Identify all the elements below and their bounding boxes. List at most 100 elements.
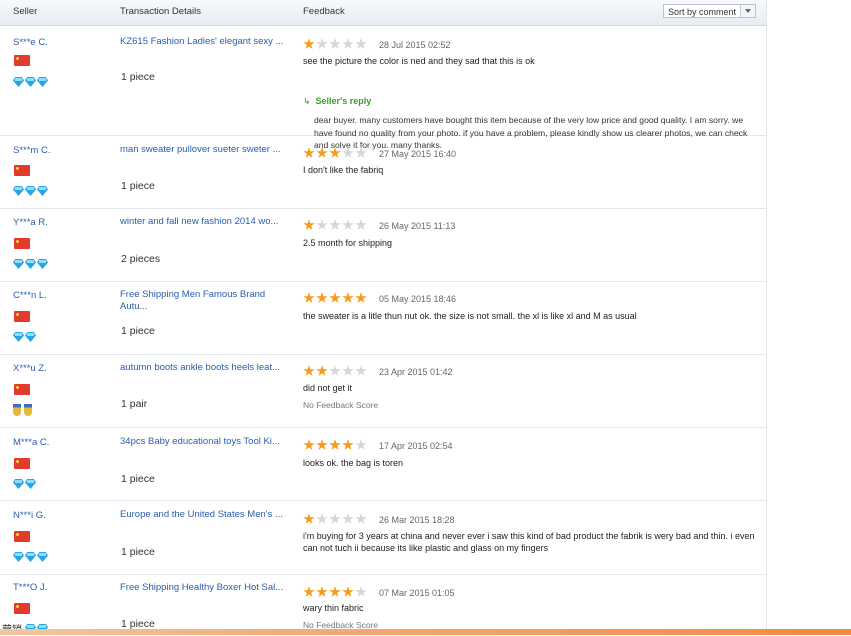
seller-name-link[interactable]: S***m C. (13, 145, 50, 156)
feedback-date: 26 May 2015 11:13 (379, 221, 456, 231)
star-icon (355, 439, 367, 450)
star-icon (342, 513, 354, 524)
china-flag-icon (14, 458, 30, 469)
china-flag-icon (14, 384, 30, 395)
star-icon (355, 292, 367, 303)
medal-icon (13, 404, 21, 416)
product-link[interactable]: Free Shipping Healthy Boxer Hot Sal... (120, 582, 290, 594)
feedback-comment: the sweater is a litle thun nut ok. the … (303, 311, 637, 321)
star-icon (303, 219, 315, 230)
medal-icon (24, 404, 32, 416)
star-icon (303, 292, 315, 303)
star-icon (303, 365, 315, 376)
feedback-comment: see the picture the color is ned and the… (303, 56, 535, 66)
china-flag-icon (14, 165, 30, 176)
star-icon (355, 219, 367, 230)
sort-dropdown[interactable]: Sort by comment (663, 4, 756, 18)
header-seller: Seller (13, 6, 38, 17)
chevron-down-icon[interactable] (740, 5, 755, 17)
table-row: X***u Z. autumn boots ankle boots heels l… (0, 354, 766, 428)
diamond-icon (13, 479, 24, 489)
star-icon (329, 365, 341, 376)
feedback-comment: 2.5 month for shipping (303, 238, 393, 248)
diamond-icon (25, 479, 36, 489)
bottom-bar (0, 629, 851, 635)
star-rating (303, 219, 367, 231)
quantity: 1 piece (121, 546, 155, 558)
table-row: T***O J. Free Shipping Healthy Boxer Hot … (0, 574, 766, 635)
product-link[interactable]: winter and fall new fashion 2014 wo... (120, 216, 290, 228)
seller-name-link[interactable]: M***a C. (13, 437, 49, 448)
feedback-date: 23 Apr 2015 01:42 (379, 367, 453, 377)
feedback-date: 28 Jul 2015 02:52 (379, 40, 451, 50)
buyer-level-badges (13, 404, 34, 416)
star-rating (303, 365, 367, 377)
quantity: 1 piece (121, 473, 155, 485)
product-link[interactable]: Free Shipping Men Famous Brand Autu... (120, 289, 290, 313)
feedback-comment: I don't like the fabriq (303, 165, 384, 175)
star-icon (342, 219, 354, 230)
buyer-level-badges (13, 259, 48, 271)
quantity: 1 piece (121, 325, 155, 337)
star-icon (329, 219, 341, 230)
diamond-icon (25, 552, 36, 562)
star-rating (303, 586, 367, 598)
table-row: Y***a R. winter and fall new fashion 2014… (0, 208, 766, 282)
seller-name-link[interactable]: T***O J. (13, 582, 47, 593)
china-flag-icon (14, 238, 30, 249)
feedback-date: 07 Mar 2015 01:05 (379, 588, 455, 598)
star-icon (303, 513, 315, 524)
star-rating (303, 439, 367, 451)
quantity: 2 pieces (121, 253, 161, 265)
star-icon (355, 38, 367, 49)
buyer-level-badges (13, 479, 36, 491)
seller-name-link[interactable]: C***n L. (13, 290, 47, 301)
feedback-comment: wary thin fabric (303, 603, 364, 613)
star-icon (355, 147, 367, 158)
seller-name-link[interactable]: N***i G. (13, 510, 46, 521)
buyer-level-badges (13, 186, 48, 198)
star-icon (329, 292, 341, 303)
product-link[interactable]: man sweater pullover sueter sweter ... (120, 144, 290, 156)
seller-name-link[interactable]: X***u Z. (13, 363, 47, 374)
star-rating (303, 513, 367, 525)
product-link[interactable]: autumn boots ankle boots heels leat... (120, 362, 290, 374)
star-icon (303, 439, 315, 450)
star-icon (355, 586, 367, 597)
star-icon (342, 38, 354, 49)
seller-reply-label: ↳ Seller's reply (303, 96, 371, 107)
star-icon (316, 147, 328, 158)
star-icon (316, 219, 328, 230)
seller-name-link[interactable]: Y***a R. (13, 217, 48, 228)
china-flag-icon (14, 311, 30, 322)
star-icon (329, 38, 341, 49)
star-icon (303, 38, 315, 49)
star-icon (316, 513, 328, 524)
buyer-level-badges (13, 552, 48, 564)
product-link[interactable]: KZ615 Fashion Ladies' elegant sexy ... (120, 36, 290, 48)
diamond-icon (25, 259, 36, 269)
sort-dropdown-label: Sort by comment (668, 7, 737, 17)
diamond-icon (13, 77, 24, 87)
feedback-date: 17 Apr 2015 02:54 (379, 441, 453, 451)
star-rating (303, 38, 367, 50)
star-rating (303, 147, 367, 159)
table-row: S***e C. KZ615 Fashion Ladies' elegant se… (0, 25, 766, 150)
diamond-icon (37, 77, 48, 87)
product-link[interactable]: Europe and the United States Men's ... (120, 509, 290, 521)
feedback-comment: did not get it (303, 383, 353, 393)
diamond-icon (13, 552, 24, 562)
diamond-icon (25, 186, 36, 196)
feedback-date: 05 May 2015 18:46 (379, 294, 457, 304)
seller-name-link[interactable]: S***e C. (13, 37, 48, 48)
feedback-comment: looks ok. the bag is toren (303, 458, 404, 468)
diamond-icon (25, 332, 36, 342)
star-icon (342, 292, 354, 303)
star-icon (355, 513, 367, 524)
china-flag-icon (14, 55, 30, 66)
quantity: 1 piece (121, 71, 155, 83)
buyer-level-badges (13, 332, 36, 344)
product-link[interactable]: 34pcs Baby educational toys Tool Ki... (120, 436, 290, 448)
star-icon (329, 586, 341, 597)
reply-arrow-icon: ↳ (303, 96, 311, 106)
